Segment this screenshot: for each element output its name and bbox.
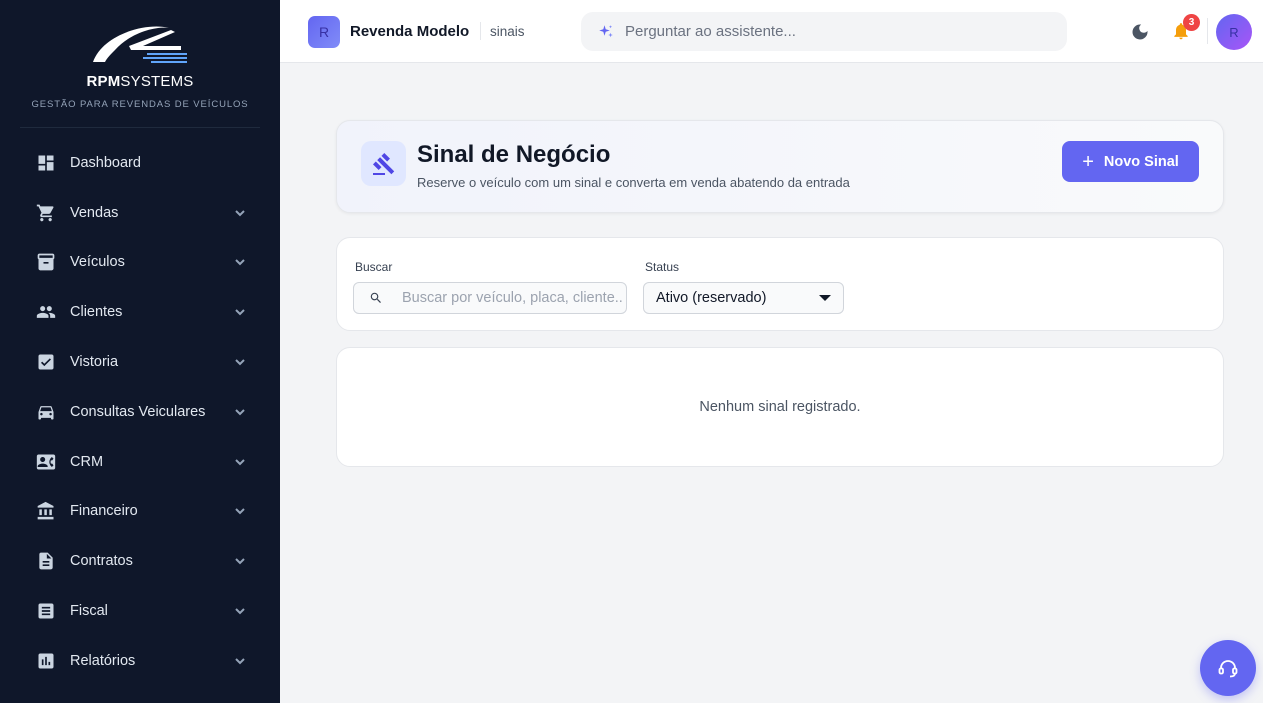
sidebar-item-label: Consultas Veiculares (70, 403, 206, 420)
sidebar-item-relatorios[interactable]: Relatórios (0, 636, 280, 686)
store-name: Revenda Modelo (350, 23, 470, 40)
sidebar-item-label: Financeiro (70, 503, 138, 520)
search-input[interactable] (402, 290, 622, 306)
sidebar-item-label: Relatórios (70, 652, 136, 669)
sidebar: RPMSYSTEMS GESTÃO PARA REVENDAS DE VEÍCU… (0, 0, 280, 703)
chevron-down-icon (234, 555, 246, 567)
topbar-divider (1207, 18, 1208, 44)
sidebar-item-label: Veículos (70, 254, 125, 271)
sidebar-item-label: Contratos (70, 553, 133, 570)
status-label: Status (645, 260, 680, 274)
caret-down-icon (819, 295, 831, 301)
search-label: Buscar (355, 260, 393, 274)
sidebar-item-label: CRM (70, 453, 104, 470)
search-field[interactable] (353, 282, 627, 314)
topbar: R Revenda Modelo sinais 3 R (280, 0, 1263, 63)
sidebar-item-vistoria[interactable]: Vistoria (0, 337, 280, 387)
chevron-down-icon (234, 505, 246, 517)
brand-logo[interactable]: RPMSYSTEMS GESTÃO PARA REVENDAS DE VEÍCU… (20, 0, 260, 128)
breadcrumb: sinais (490, 24, 525, 39)
sidebar-item-label: Fiscal (70, 603, 108, 620)
receipt-icon (36, 601, 56, 621)
page-title: Sinal de Negócio (417, 141, 611, 168)
store-avatar[interactable]: R (308, 16, 340, 48)
gavel-icon (361, 141, 406, 186)
sparkle-icon (599, 24, 613, 37)
headset-icon (1218, 660, 1238, 678)
chevron-down-icon (234, 456, 246, 468)
cart-icon (36, 203, 56, 223)
signals-list-card: Nenhum sinal registrado. (336, 347, 1224, 467)
people-icon (36, 302, 56, 322)
sidebar-item-financeiro[interactable]: Financeiro (0, 487, 280, 537)
sidebar-nav: Dashboard Vendas Veículos Clientes Visto… (0, 128, 280, 686)
status-select[interactable]: Ativo (reservado) (643, 282, 844, 314)
plus-icon: + (1082, 150, 1094, 173)
page-header-card: Sinal de Negócio Reserve o veículo com u… (336, 120, 1224, 213)
dashboard-icon (36, 153, 56, 173)
chevron-down-icon (234, 356, 246, 368)
moon-icon[interactable] (1130, 22, 1150, 42)
sidebar-item-consultas-veiculares[interactable]: Consultas Veiculares (0, 387, 280, 437)
document-icon (36, 551, 56, 571)
filters-card: Buscar Status Ativo (reservado) (336, 237, 1224, 331)
assistant-search-bar[interactable] (581, 12, 1067, 51)
new-signal-button-label: Novo Sinal (1103, 153, 1179, 170)
sidebar-item-label: Dashboard (70, 154, 141, 171)
sidebar-item-label: Vistoria (70, 354, 119, 371)
sidebar-item-dashboard[interactable]: Dashboard (0, 138, 280, 188)
empty-state-message: Nenhum sinal registrado. (699, 399, 861, 415)
user-avatar[interactable]: R (1216, 14, 1252, 50)
sidebar-item-contratos[interactable]: Contratos (0, 536, 280, 586)
checklist-icon (36, 352, 56, 372)
brand-tagline: GESTÃO PARA REVENDAS DE VEÍCULOS (31, 99, 249, 110)
chevron-down-icon (234, 256, 246, 268)
page-subtitle: Reserve o veículo com um sinal e convert… (417, 175, 850, 190)
breadcrumb-divider (480, 22, 481, 40)
bank-icon (36, 501, 56, 521)
sidebar-item-veiculos[interactable]: Veículos (0, 238, 280, 288)
archive-icon (36, 252, 56, 272)
rpm-logo-icon (93, 26, 187, 63)
notification-badge: 3 (1183, 14, 1200, 31)
sidebar-item-crm[interactable]: CRM (0, 437, 280, 487)
sidebar-item-fiscal[interactable]: Fiscal (0, 586, 280, 636)
bar-chart-icon (36, 651, 56, 671)
car-icon (36, 402, 56, 422)
chevron-down-icon (234, 406, 246, 418)
sidebar-item-clientes[interactable]: Clientes (0, 287, 280, 337)
sidebar-item-label: Vendas (70, 204, 119, 221)
new-signal-button[interactable]: + Novo Sinal (1062, 141, 1199, 182)
chevron-down-icon (234, 306, 246, 318)
status-select-value: Ativo (reservado) (656, 290, 767, 306)
support-chat-button[interactable] (1200, 640, 1256, 696)
chevron-down-icon (234, 207, 246, 219)
brand-name: RPMSYSTEMS (86, 73, 194, 90)
search-icon (370, 292, 381, 303)
sidebar-item-label: Clientes (70, 304, 123, 321)
chevron-down-icon (234, 605, 246, 617)
contact-card-icon (36, 452, 56, 472)
sidebar-item-vendas[interactable]: Vendas (0, 188, 280, 238)
chevron-down-icon (234, 655, 246, 667)
assistant-input[interactable] (625, 23, 1045, 40)
